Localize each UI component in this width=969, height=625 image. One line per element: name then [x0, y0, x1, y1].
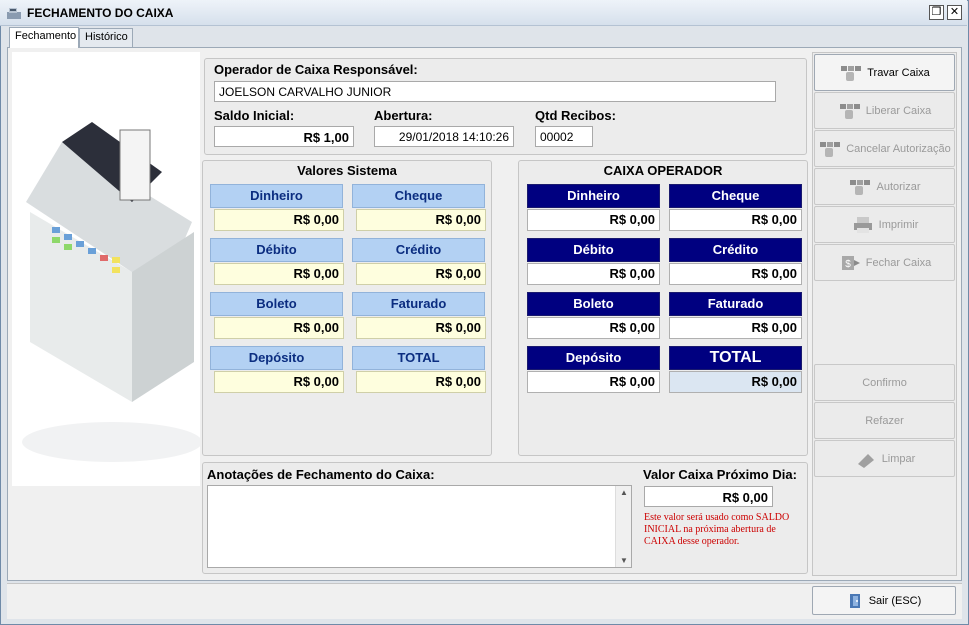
operador-crdito-header: Crédito — [669, 238, 802, 262]
scroll-up-icon[interactable]: ▲ — [620, 488, 628, 497]
side-button-label: Liberar Caixa — [865, 104, 932, 117]
operador-dinheiro-value[interactable]: R$ 0,00 — [527, 209, 660, 231]
sistema-cheque-value: R$ 0,00 — [356, 209, 486, 231]
notes-label: Anotações de Fechamento do Caixa: — [207, 467, 435, 482]
side-button-label: Imprimir — [878, 218, 919, 231]
tab-historico[interactable]: Histórico — [79, 28, 133, 47]
operador-crdito-value[interactable]: R$ 0,00 — [669, 263, 802, 285]
valores-sistema-title: Valores Sistema — [297, 163, 397, 178]
operador-depsito-header: Depósito — [527, 346, 660, 370]
exit-door-icon — [849, 593, 860, 608]
sistema-dbito-header: Débito — [210, 238, 343, 262]
notes-scrollbar[interactable]: ▲ ▼ — [615, 486, 631, 567]
sistema-faturado-value: R$ 0,00 — [356, 317, 486, 339]
scroll-down-icon[interactable]: ▼ — [620, 556, 628, 565]
side-button-label: Travar Caixa — [867, 66, 930, 79]
operador-cheque-value[interactable]: R$ 0,00 — [669, 209, 802, 231]
operator-field[interactable]: JOELSON CARVALHO JUNIOR — [214, 81, 776, 102]
liberar-caixa-button[interactable]: Liberar Caixa — [814, 92, 955, 129]
operador-faturado-value[interactable]: R$ 0,00 — [669, 317, 802, 339]
side-button-label: Limpar — [881, 452, 916, 465]
svg-text:$: $ — [845, 259, 851, 270]
cancelar-autorizao-button[interactable]: Cancelar Autorização — [814, 130, 955, 167]
sistema-dinheiro-header: Dinheiro — [210, 184, 343, 208]
money-icon: $ — [838, 254, 862, 272]
fechar-caixa-button[interactable]: $ Fechar Caixa — [814, 244, 955, 281]
side-button-label: Autorizar — [876, 180, 921, 193]
operador-cheque-header: Cheque — [669, 184, 802, 208]
operador-dbito-header: Débito — [527, 238, 660, 262]
abertura-label: Abertura: — [374, 108, 433, 123]
sistema-total-header: TOTAL — [352, 346, 485, 370]
hand-cards-icon — [848, 178, 872, 196]
hand-cards-icon — [839, 64, 863, 82]
cash-register-image — [12, 52, 200, 486]
operador-total-value: R$ 0,00 — [669, 371, 802, 393]
sistema-crdito-header: Crédito — [352, 238, 485, 262]
next-day-label: Valor Caixa Próximo Dia: — [643, 467, 797, 482]
hand-cards-icon — [838, 102, 862, 120]
qtd-recibos-label: Qtd Recibos: — [535, 108, 616, 123]
autorizar-button[interactable]: Autorizar — [814, 168, 955, 205]
sair-label: Sair (ESC) — [868, 594, 922, 607]
hand-cards-icon — [818, 140, 842, 158]
sistema-crdito-value: R$ 0,00 — [356, 263, 486, 285]
operador-boleto-header: Boleto — [527, 292, 660, 316]
tab-fechamento[interactable]: Fechamento — [9, 27, 79, 48]
sistema-boleto-value: R$ 0,00 — [214, 317, 344, 339]
qtd-recibos-field[interactable]: 00002 — [535, 126, 593, 147]
side-button-label: Refazer — [865, 414, 904, 427]
limpar-button[interactable]: Limpar — [814, 440, 955, 477]
caixa-operador-title: CAIXA OPERADOR — [603, 163, 723, 178]
notes-textarea[interactable] — [207, 485, 632, 568]
operator-label: Operador de Caixa Responsável: — [214, 62, 418, 77]
operador-boleto-value[interactable]: R$ 0,00 — [527, 317, 660, 339]
operador-dinheiro-header: Dinheiro — [527, 184, 660, 208]
sistema-faturado-header: Faturado — [352, 292, 485, 316]
operador-faturado-header: Faturado — [669, 292, 802, 316]
printer-icon — [851, 216, 875, 234]
next-day-hint: Este valor será usado como SALDO INICIAL… — [644, 512, 790, 547]
sistema-depsito-value: R$ 0,00 — [214, 371, 344, 393]
next-day-field[interactable]: R$ 0,00 — [644, 486, 773, 507]
confirmo-button[interactable]: Confirmo — [814, 364, 955, 401]
sistema-dbito-value: R$ 0,00 — [214, 263, 344, 285]
sistema-boleto-header: Boleto — [210, 292, 343, 316]
close-button[interactable]: ✕ — [947, 5, 962, 20]
side-button-label: Fechar Caixa — [865, 256, 932, 269]
sistema-cheque-header: Cheque — [352, 184, 485, 208]
saldo-inicial-field[interactable]: R$ 1,00 — [214, 126, 354, 147]
operador-dbito-value[interactable]: R$ 0,00 — [527, 263, 660, 285]
travar-caixa-button[interactable]: Travar Caixa — [814, 54, 955, 91]
cash-register-app-icon — [7, 8, 21, 19]
side-button-label: Confirmo — [862, 376, 907, 389]
imprimir-button[interactable]: Imprimir — [814, 206, 955, 243]
refazer-button[interactable]: Refazer — [814, 402, 955, 439]
sistema-total-value: R$ 0,00 — [356, 371, 486, 393]
sistema-depsito-header: Depósito — [210, 346, 343, 370]
saldo-inicial-label: Saldo Inicial: — [214, 108, 295, 123]
restore-button[interactable]: ❐ — [929, 5, 944, 20]
operador-depsito-value[interactable]: R$ 0,00 — [527, 371, 660, 393]
abertura-field[interactable]: 29/01/2018 14:10:26 — [374, 126, 514, 147]
sair-button[interactable]: Sair (ESC) — [812, 586, 956, 615]
side-button-label: Cancelar Autorização — [846, 142, 951, 155]
sistema-dinheiro-value: R$ 0,00 — [214, 209, 344, 231]
eraser-icon — [854, 450, 878, 468]
window-title: FECHAMENTO DO CAIXA — [27, 6, 174, 20]
operador-total-header: TOTAL — [669, 346, 802, 370]
